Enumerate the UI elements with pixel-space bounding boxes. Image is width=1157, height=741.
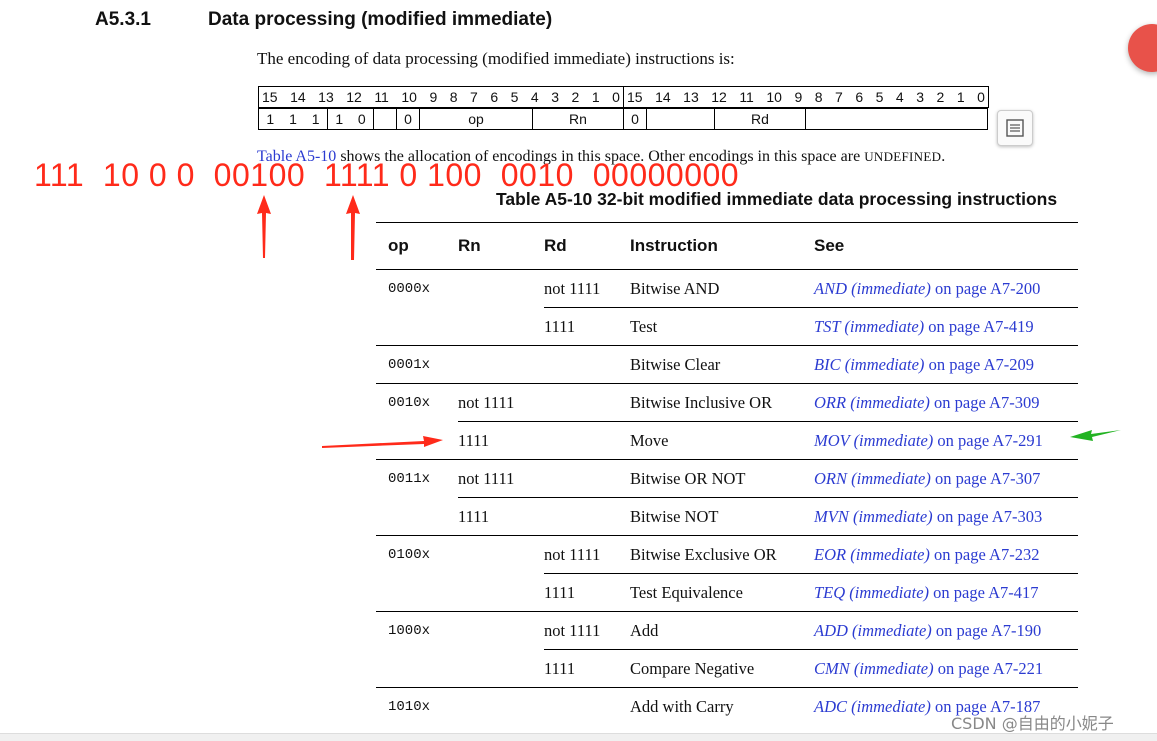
red-up-arrow-2 [346, 195, 360, 260]
annotation-overlay [257, 195, 1121, 740]
red-right-arrow [322, 436, 443, 448]
green-left-arrow [1070, 430, 1121, 441]
red-up-arrow-1 [257, 195, 271, 258]
watermark: CSDN @自由的小妮子 [951, 714, 1114, 733]
